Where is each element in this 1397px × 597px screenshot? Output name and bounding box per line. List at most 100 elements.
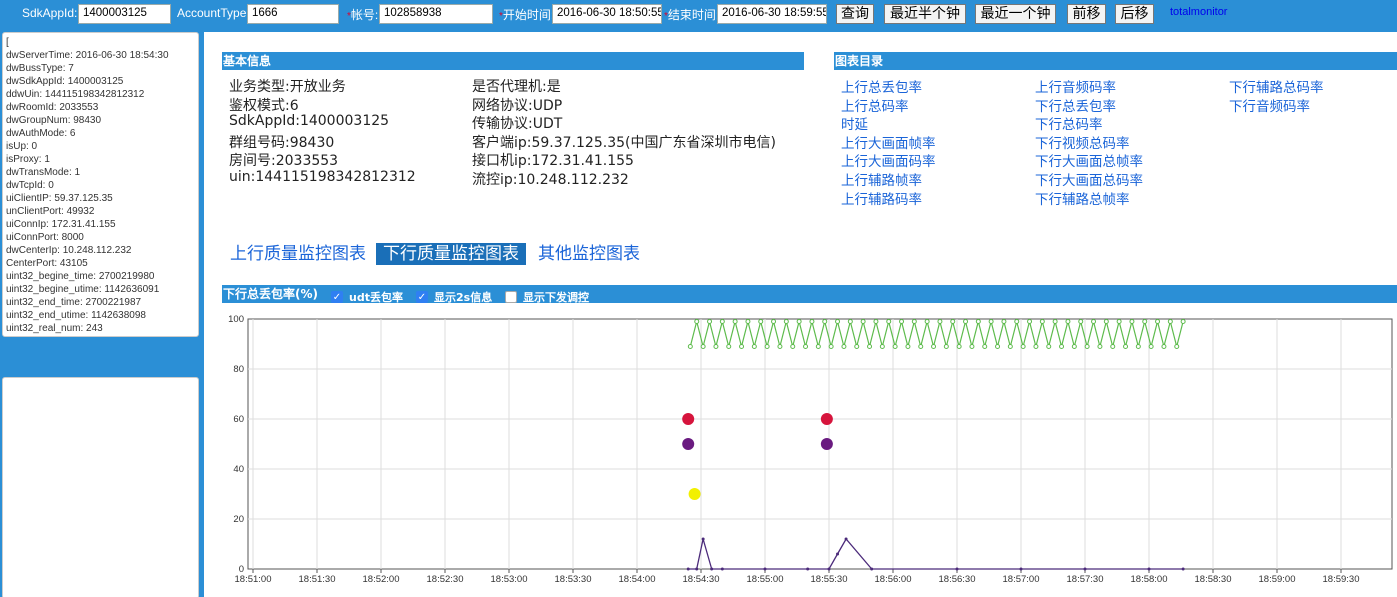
account-label-text: 帐号: <box>350 8 379 22</box>
data-point <box>1065 319 1071 324</box>
catalog-link[interactable]: 下行总丢包率 <box>1035 95 1116 115</box>
show-downlink-control-label: 显示下发调控 <box>523 291 589 304</box>
catalog-link[interactable]: 时延 <box>841 113 868 133</box>
data-point <box>854 344 860 349</box>
raw-data-line: dwServerTime: 2016-06-30 18:54:30 <box>6 50 169 61</box>
recent-one-hour-button[interactable]: 最近一个钟 <box>975 4 1056 24</box>
data-point <box>1027 319 1033 324</box>
event-marker <box>688 488 701 500</box>
plot-frame <box>247 318 1393 570</box>
catalog-link[interactable]: 上行总丢包率 <box>841 76 922 96</box>
data-point <box>1078 319 1084 324</box>
x-tick-label: 18:51:00 <box>235 574 272 585</box>
account-input[interactable]: 102858938 <box>379 4 493 24</box>
basic-info-item: 传输协议:UDT <box>472 116 563 133</box>
udt-loss-checkbox[interactable]: ✓ udt丢包率 <box>331 290 403 304</box>
show-2s-checkbox[interactable]: ✓ 显示2s信息 <box>416 290 492 304</box>
data-point <box>758 319 764 324</box>
data-point <box>713 344 719 349</box>
data-point <box>924 319 930 324</box>
y-tick-label: 100 <box>228 314 244 325</box>
data-point <box>950 319 956 324</box>
move-forward-button[interactable]: 后移 <box>1115 4 1154 24</box>
basic-info-item: 是否代理机:是 <box>472 79 561 95</box>
data-point <box>955 567 959 571</box>
data-point <box>1091 319 1097 324</box>
tab-other-monitor[interactable]: 其他监控图表 <box>538 243 640 265</box>
raw-data-line: [ <box>6 37 9 48</box>
catalog-link[interactable]: 下行大画面总码率 <box>1035 169 1143 189</box>
end-time-input[interactable]: 2016-06-30 18:59:55 <box>717 4 827 24</box>
catalog-link[interactable]: 上行音频码率 <box>1035 76 1116 96</box>
catalog-link[interactable]: 下行辅路总帧率 <box>1035 188 1130 208</box>
checkmark-icon: ✓ <box>331 291 343 303</box>
data-point <box>796 319 802 324</box>
x-tick-label: 18:59:30 <box>1323 574 1360 585</box>
raw-data-line: isProxy: 1 <box>6 154 50 165</box>
catalog-link[interactable]: 上行大画面码率 <box>841 150 936 170</box>
start-time-input[interactable]: 2016-06-30 18:50:55 <box>552 4 662 24</box>
raw-data-line: dwRoomId: 2033553 <box>6 102 99 113</box>
x-tick-label: 18:59:00 <box>1259 574 1296 585</box>
data-point <box>806 567 810 571</box>
checkmark-icon: ✓ <box>416 291 428 303</box>
catalog-link[interactable]: 上行大画面帧率 <box>841 132 936 152</box>
query-button[interactable]: 查询 <box>836 4 874 24</box>
x-tick-label: 18:57:30 <box>1067 574 1104 585</box>
raw-data-line: dwTransMode: 1 <box>6 167 81 178</box>
basic-info-item: SdkAppId:1400003125 <box>229 113 390 130</box>
tab-uplink-quality[interactable]: 上行质量监控图表 <box>230 243 366 265</box>
data-point <box>1142 319 1148 324</box>
data-point <box>844 537 848 541</box>
unchecked-box-icon <box>505 291 517 303</box>
data-point <box>1123 344 1129 349</box>
catalog-link[interactable]: 下行大画面总帧率 <box>1035 150 1143 170</box>
catalog-link[interactable]: 下行视频总码率 <box>1035 132 1130 152</box>
x-tick-label: 18:56:30 <box>939 574 976 585</box>
raw-data-line: dwSdkAppId: 1400003125 <box>6 76 124 87</box>
basic-info-item: 鉴权模式:6 <box>229 97 299 114</box>
data-point <box>879 344 885 349</box>
x-tick-label: 18:52:30 <box>427 574 464 585</box>
sdkappid-input[interactable]: 1400003125 <box>78 4 171 24</box>
accounttype-input[interactable]: 1666 <box>247 4 339 24</box>
recent-half-hour-button[interactable]: 最近半个钟 <box>884 4 966 24</box>
raw-data-line: dwBussType: 7 <box>6 63 74 74</box>
data-point <box>1180 319 1186 324</box>
data-point <box>892 344 898 349</box>
data-point <box>1007 344 1013 349</box>
data-point <box>719 319 725 324</box>
data-point <box>687 344 693 349</box>
data-point <box>918 344 924 349</box>
raw-data-line: CenterPort: 43105 <box>6 258 88 269</box>
raw-data-line: unClientPort: 49932 <box>6 206 95 217</box>
catalog-link[interactable]: 下行音频码率 <box>1229 95 1310 115</box>
event-marker <box>820 438 833 450</box>
show-downlink-control-checkbox[interactable]: 显示下发调控 <box>505 290 589 304</box>
data-point <box>1019 567 1023 571</box>
basic-info-header: 基本信息 <box>222 52 804 70</box>
x-tick-label: 18:57:00 <box>1003 574 1040 585</box>
data-point <box>1097 344 1103 349</box>
totalmonitor-link[interactable]: totalmonitor <box>1170 6 1227 18</box>
catalog-link[interactable]: 上行总码率 <box>841 95 909 115</box>
data-point <box>701 537 705 541</box>
catalog-link[interactable]: 上行辅路码率 <box>841 188 922 208</box>
data-point <box>745 319 751 324</box>
raw-data-line: uint32_end_utime: 1142638098 <box>6 310 146 321</box>
catalog-link[interactable]: 下行总码率 <box>1035 113 1103 133</box>
data-point <box>771 319 777 324</box>
data-point <box>1083 567 1087 571</box>
catalog-link[interactable]: 上行辅路帧率 <box>841 169 922 189</box>
raw-data-line: dwAuthMode: 6 <box>6 128 76 139</box>
data-point <box>1059 344 1065 349</box>
data-point <box>1174 344 1180 349</box>
basic-info-item: 房间号:2033553 <box>229 153 339 170</box>
move-back-button[interactable]: 前移 <box>1067 4 1106 24</box>
y-tick-label: 40 <box>233 464 244 475</box>
raw-data-line: dwCenterIp: 10.248.112.232 <box>6 245 132 256</box>
basic-info-item: 网络协议:UDP <box>472 97 563 114</box>
tab-downlink-quality[interactable]: 下行质量监控图表 <box>376 243 526 265</box>
data-point <box>963 319 969 324</box>
catalog-link[interactable]: 下行辅路总码率 <box>1229 76 1324 96</box>
